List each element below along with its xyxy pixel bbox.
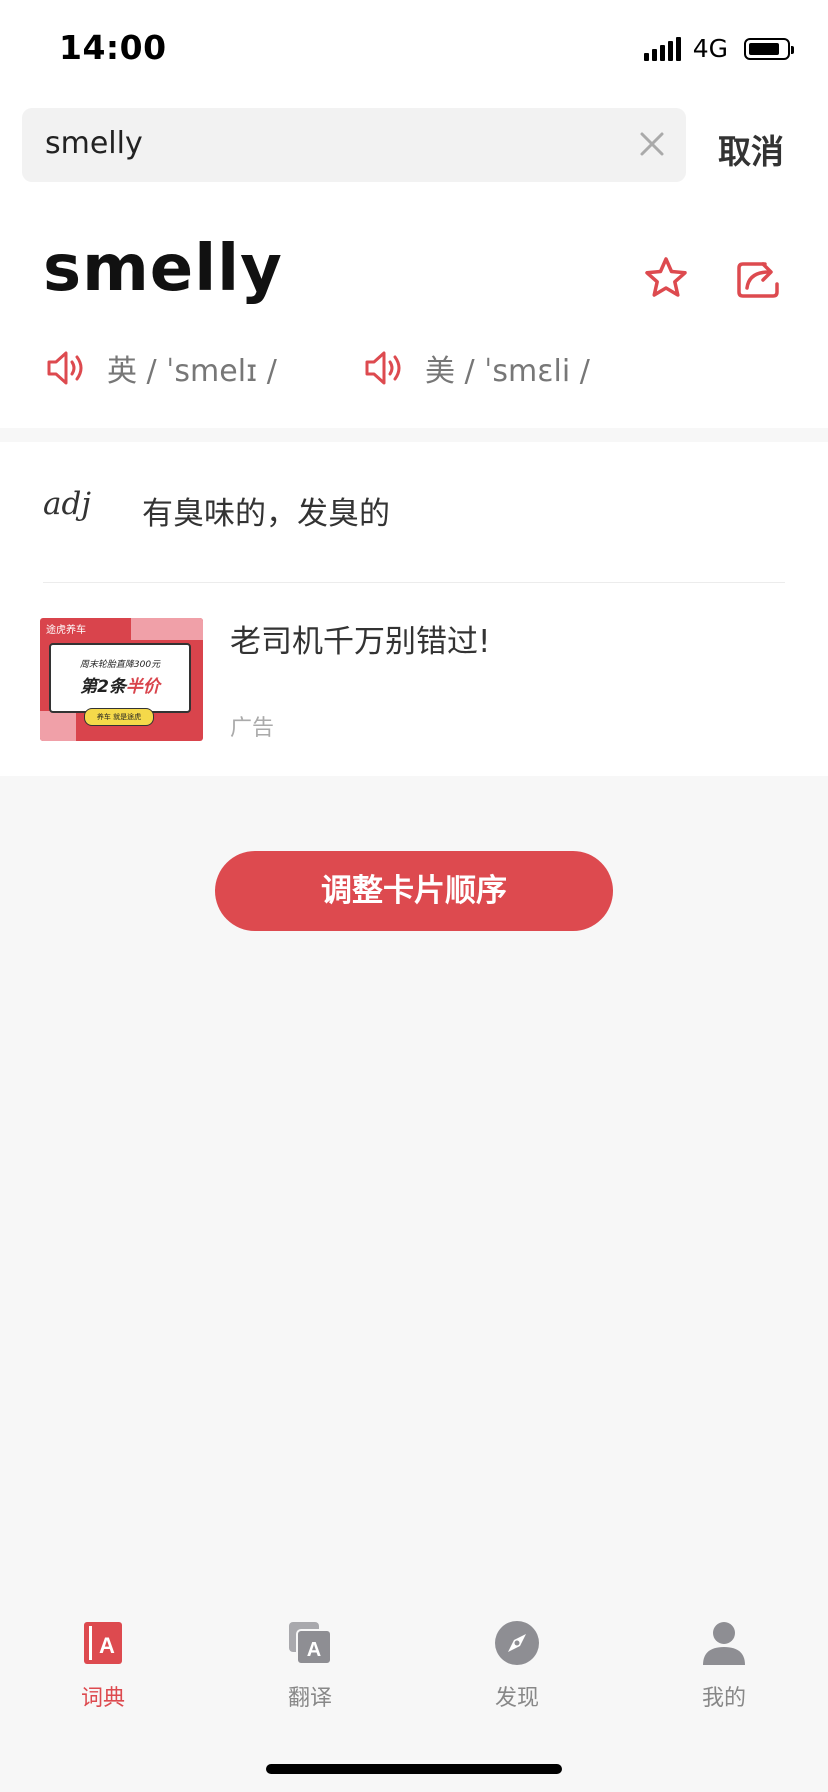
star-icon[interactable] [642,254,690,302]
tab-bar: A 词典 A 翻译 发现 我的 [0,1598,828,1792]
tab-translate[interactable]: A 翻译 [250,1620,370,1712]
clear-icon[interactable] [638,130,666,158]
ad-image-line2-main: 第2条 [80,677,126,697]
part-of-speech: adj [43,486,91,522]
tab-label: 词典 [80,1686,125,1711]
search-header: smelly 取消 [0,96,828,196]
ad-image-cta: 养车 就是途虎 [84,708,154,726]
speaker-icon[interactable] [363,348,407,388]
ad-image-brand: 途虎养车 [46,625,86,636]
pronunciation-uk[interactable]: 英 / ˈsmelɪ / [45,346,277,390]
user-icon [703,1622,745,1665]
signal-icon [643,36,681,61]
definition-text: 有臭味的，发臭的 [142,496,390,532]
cancel-button[interactable]: 取消 [718,125,784,173]
ad-image-panel: 周末轮胎直降300元 第2条半价 [49,643,191,713]
translate-icon: A [289,1622,332,1665]
tab-label: 翻译 [287,1686,332,1711]
battery-icon [744,37,794,60]
search-input[interactable]: smelly [22,108,686,182]
headword: smelly [43,232,283,306]
network-type: 4G [692,34,728,63]
status-bar: 14:00 4G [0,0,828,96]
tab-dictionary[interactable]: A 词典 [43,1620,163,1712]
ad-image-decor [131,618,203,640]
pronunciation-us[interactable]: 美 / ˈsmɛli / [363,346,590,390]
word-card: smelly 英 / ˈsmelɪ / 美 / ˈsmɛli / [0,196,828,428]
ad-image[interactable]: 途虎养车 周末轮胎直降300元 第2条半价 养车 就是途虎 [40,618,203,741]
pronunciation-us-text: 美 / ˈsmɛli / [425,354,590,389]
status-time: 14:00 [59,28,167,67]
home-indicator[interactable] [266,1764,562,1774]
reorder-cards-button[interactable]: 调整卡片顺序 [215,851,613,931]
share-icon[interactable] [733,254,785,302]
divider [43,582,785,583]
compass-icon [495,1621,539,1665]
definition-card: adj 有臭味的，发臭的 途虎养车 周末轮胎直降300元 第2条半价 养车 就是… [0,442,828,776]
dictionary-icon: A [84,1622,122,1664]
ad-label: 广告 [230,716,275,741]
pronunciation-uk-text: 英 / ˈsmelɪ / [107,354,277,389]
tab-label: 我的 [701,1686,746,1711]
tab-label: 发现 [494,1686,539,1711]
ad-image-line2-highlight: 半价 [125,677,160,697]
svg-text:A: A [99,1633,115,1658]
svg-text:A: A [307,1639,321,1661]
search-query[interactable]: smelly [45,126,143,161]
ad-image-line2: 第2条半价 [51,672,189,697]
tab-discover[interactable]: 发现 [457,1620,577,1712]
ad-image-decor [40,711,76,741]
status-indicators: 4G [643,34,794,63]
ad-title[interactable]: 老司机千万别错过! [230,616,490,661]
tab-me[interactable]: 我的 [664,1620,784,1712]
speaker-icon[interactable] [45,348,89,388]
ad-image-line1: 周末轮胎直降300元 [79,660,161,670]
